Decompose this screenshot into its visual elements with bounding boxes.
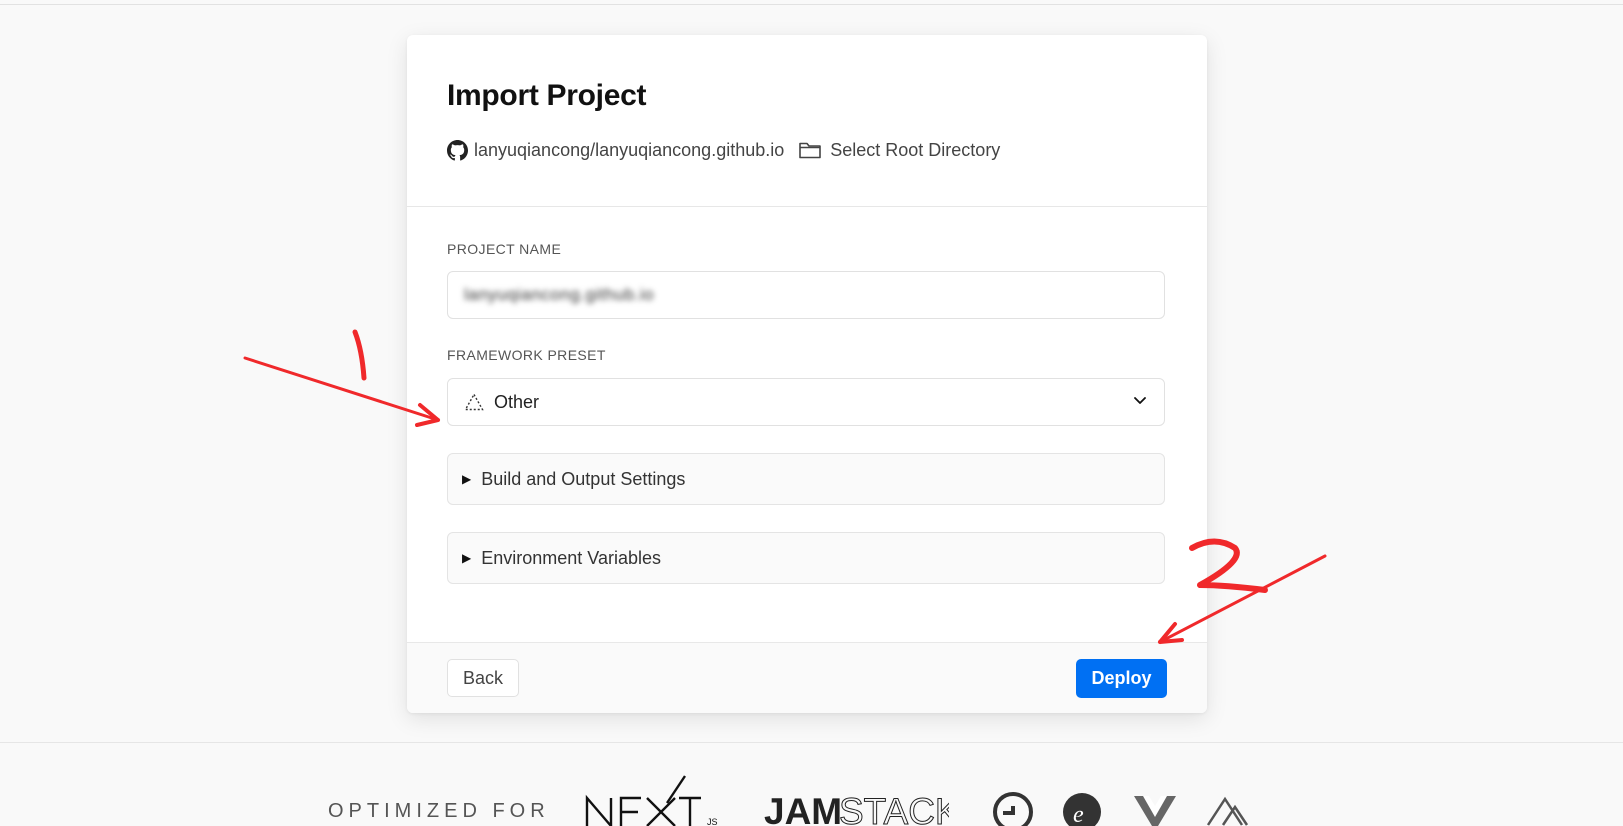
top-divider — [0, 4, 1623, 5]
svg-text:e: e — [1073, 802, 1084, 826]
other-framework-icon — [464, 393, 484, 411]
handwritten-1 — [352, 329, 367, 381]
select-root-directory-label: Select Root Directory — [830, 139, 1001, 160]
jamstack-logo: JAM STACK — [764, 791, 949, 826]
caret-right-icon: ▶ — [462, 472, 472, 486]
repo-row: lanyuqiancong/lanyuqiancong.github.io Se… — [447, 135, 1000, 165]
back-button[interactable]: Back — [447, 659, 519, 697]
environment-variables-label: Environment Variables — [481, 547, 661, 568]
svg-text:STACK: STACK — [839, 791, 949, 826]
svg-text:JS: JS — [707, 817, 718, 826]
environment-variables-toggle[interactable]: ▶ Environment Variables — [447, 532, 1165, 584]
repo-name[interactable]: lanyuqiancong/lanyuqiancong.github.io — [474, 140, 784, 161]
next-js-logo: JS — [585, 775, 718, 826]
caret-right-icon: ▶ — [462, 551, 472, 565]
nuxt-logo — [1206, 796, 1249, 826]
chevron-down-icon — [1132, 392, 1148, 413]
framework-preset-label: FRAMEWORK PRESET — [447, 347, 606, 363]
build-output-settings-label: Build and Output Settings — [481, 468, 686, 489]
folder-icon — [798, 140, 822, 160]
github-icon — [447, 139, 468, 161]
card-footer: Back Deploy — [407, 642, 1207, 713]
gatsby-logo — [993, 792, 1033, 826]
card-header: Import Project lanyuqiancong/lanyuqianco… — [407, 35, 1207, 207]
page-title: Import Project — [447, 79, 647, 112]
project-name-value: lanyuqiancong.github.io — [464, 285, 655, 304]
svg-text:JAM: JAM — [764, 791, 842, 826]
deploy-button[interactable]: Deploy — [1076, 659, 1167, 698]
eleventy-logo: e — [1063, 793, 1101, 826]
import-project-card: Import Project lanyuqiancong/lanyuqianco… — [407, 35, 1207, 713]
vue-logo — [1134, 796, 1176, 826]
framework-preset-select[interactable]: Other — [447, 378, 1165, 426]
footer-divider — [0, 742, 1623, 743]
project-name-input[interactable]: lanyuqiancong.github.io — [447, 271, 1165, 319]
framework-preset-value: Other — [494, 391, 540, 412]
build-output-settings-toggle[interactable]: ▶ Build and Output Settings — [447, 453, 1165, 505]
optimized-for-label: OPTIMIZED FOR — [328, 800, 550, 822]
select-root-directory-button[interactable]: Select Root Directory — [798, 140, 1000, 161]
project-name-label: PROJECT NAME — [447, 241, 562, 257]
